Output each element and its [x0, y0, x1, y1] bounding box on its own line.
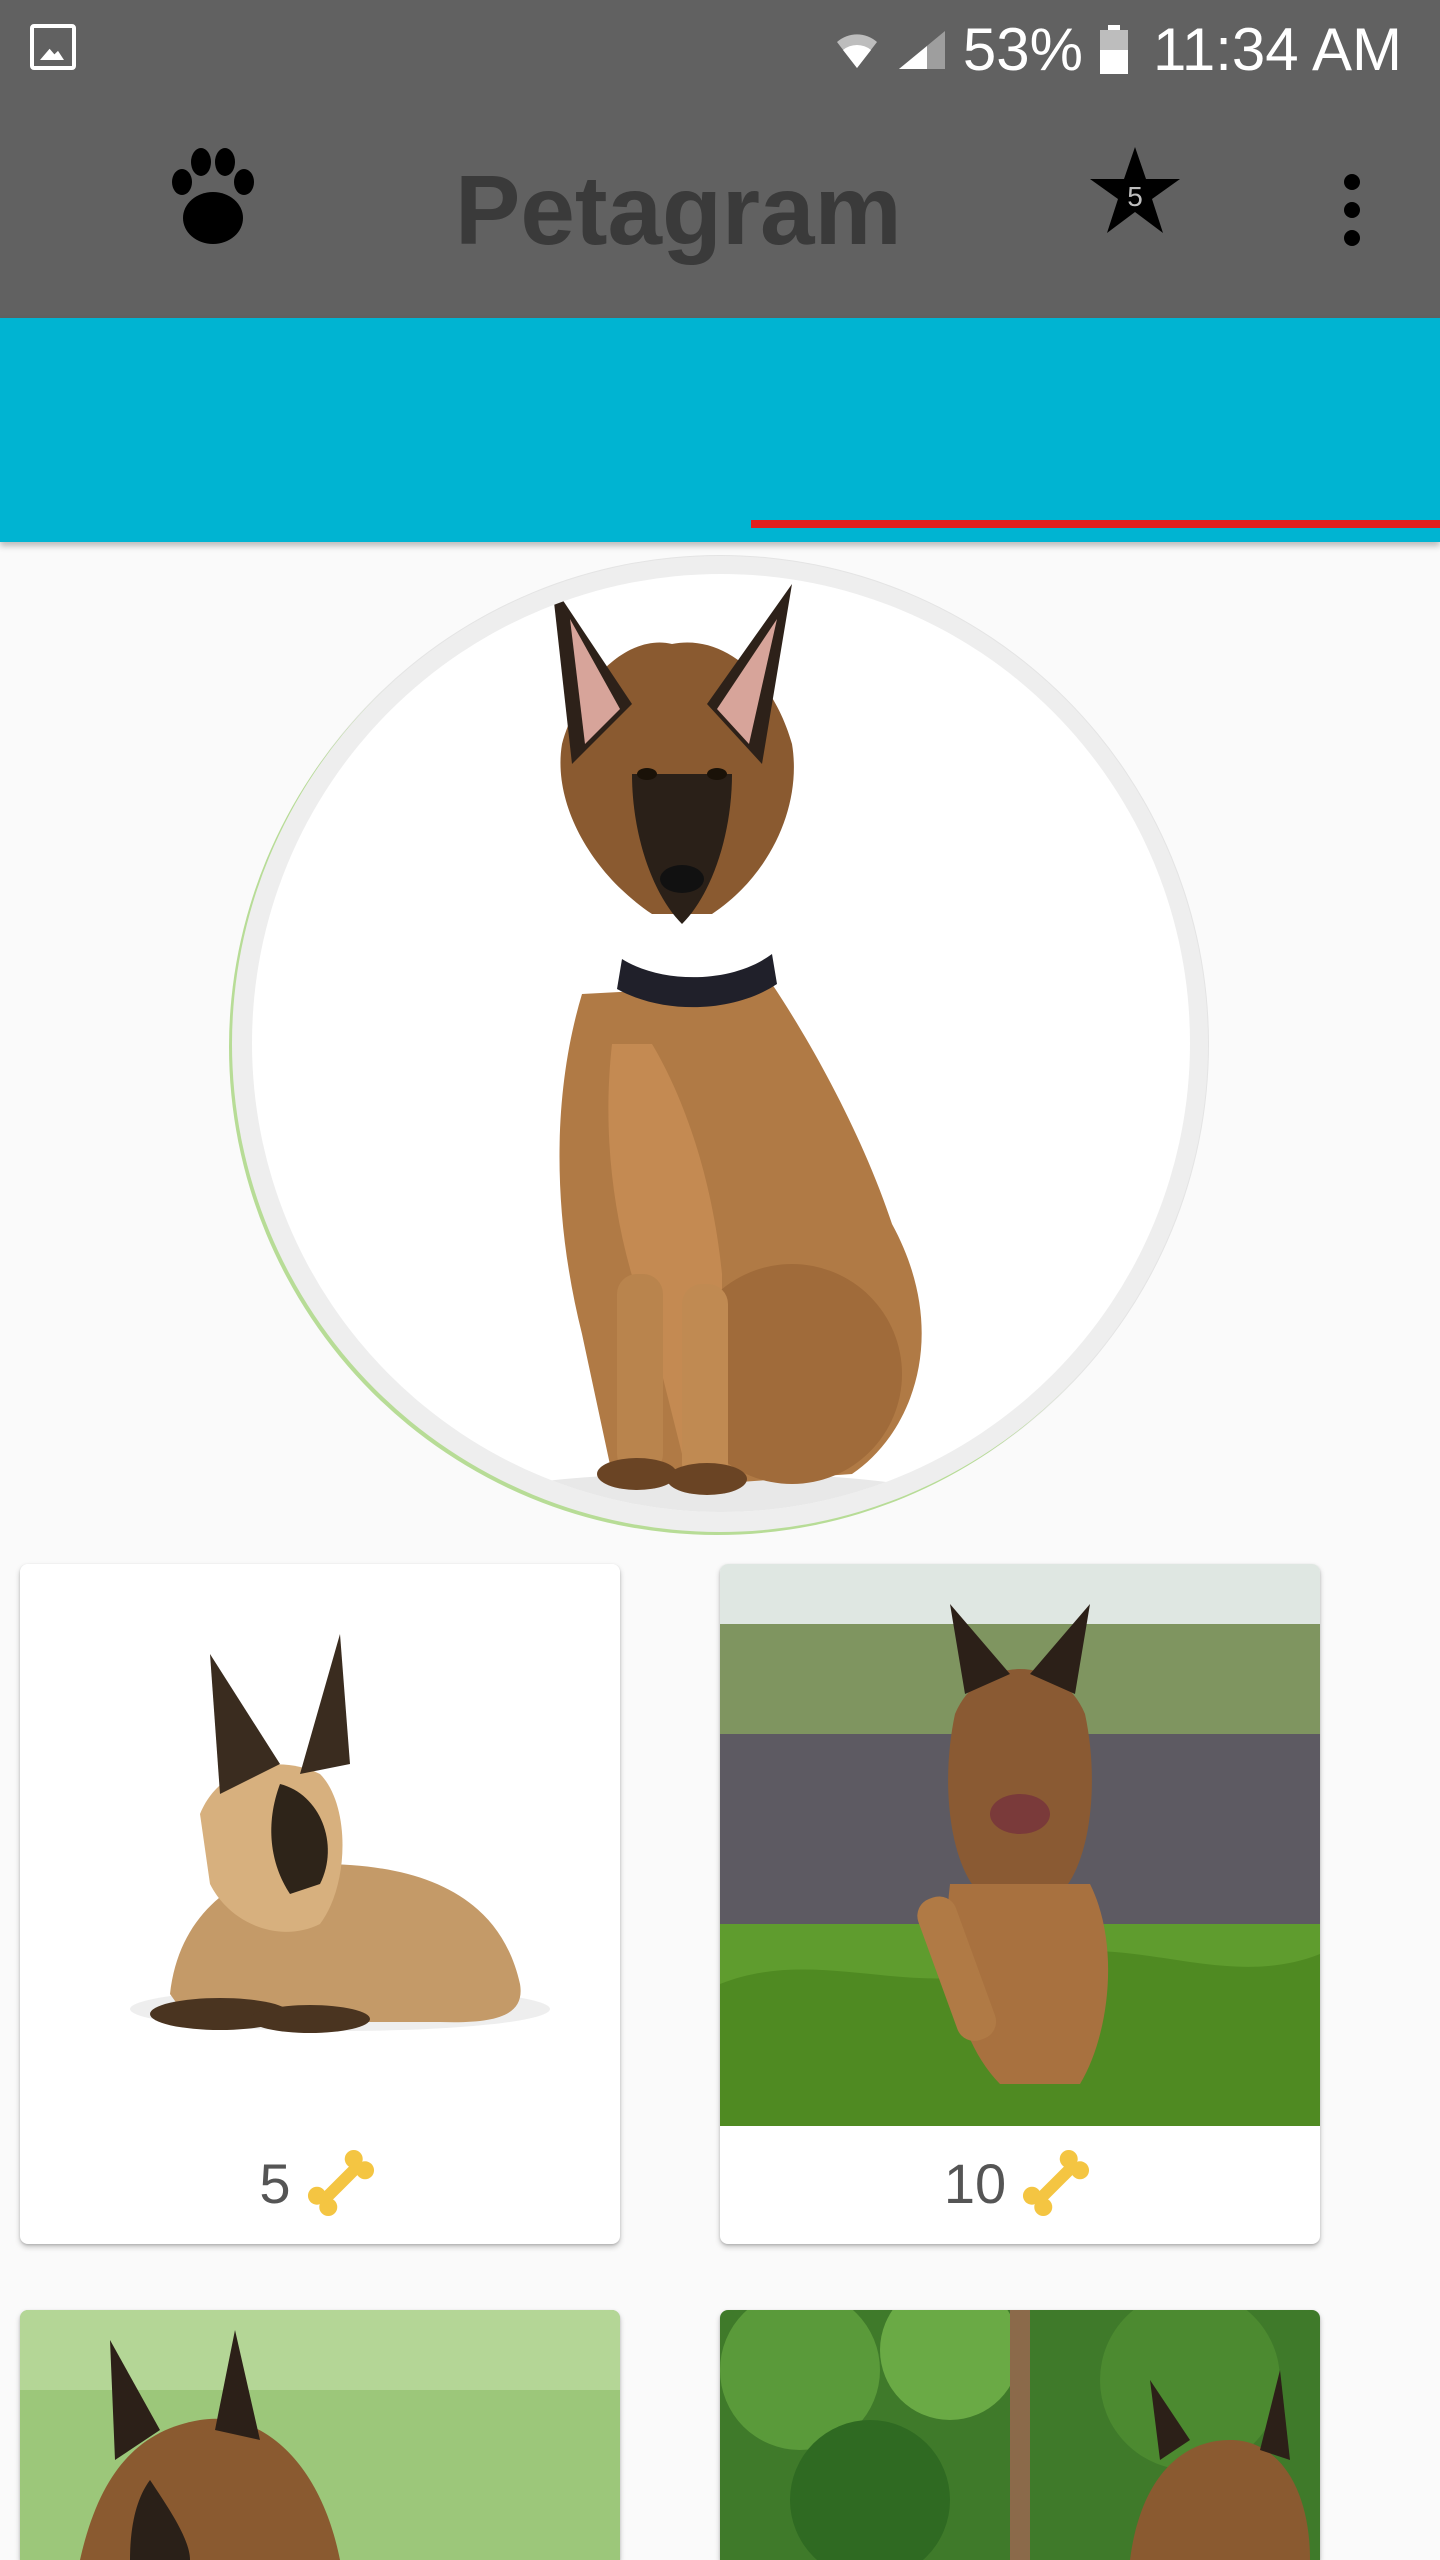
image-notification-icon	[30, 24, 76, 70]
bone-icon[interactable]	[301, 2143, 381, 2223]
pet-card[interactable]: 10	[720, 1564, 1320, 2244]
battery-icon	[1099, 25, 1128, 74]
bone-icon[interactable]	[1016, 2143, 1096, 2223]
like-count: 10	[943, 2151, 1007, 2215]
card-footer: 10	[720, 2126, 1320, 2240]
card-footer: 5	[20, 2126, 620, 2240]
status-bar: 53% 11:34 AM	[0, 0, 1440, 100]
pet-card[interactable]	[720, 2310, 1320, 2560]
pet-card[interactable]	[20, 2310, 620, 2560]
like-count: 5	[259, 2151, 291, 2215]
sitting-dog-illustration	[482, 584, 942, 1512]
favorites-count: 5	[1127, 181, 1143, 212]
card-photo	[20, 2310, 620, 2560]
status-indicators: 53% 11:34 AM	[833, 16, 1402, 84]
card-photo	[20, 1564, 620, 2126]
profile-photo[interactable]	[252, 574, 1190, 1512]
more-options-icon[interactable]	[1332, 170, 1372, 250]
paw-icon[interactable]	[170, 140, 256, 250]
tab-strip[interactable]	[0, 318, 1440, 542]
clock: 11:34 AM	[1152, 16, 1402, 83]
card-photo	[720, 2310, 1320, 2560]
star-badge-icon[interactable]: 5	[1088, 145, 1182, 235]
app-title: Petagram	[455, 155, 902, 265]
cell-signal-icon	[898, 31, 945, 69]
card-photo	[720, 1564, 1320, 2126]
tab-indicator	[751, 520, 1440, 528]
wifi-icon	[836, 34, 877, 68]
pet-card[interactable]: 5	[20, 1564, 620, 2244]
battery-percent: 53%	[962, 16, 1083, 83]
